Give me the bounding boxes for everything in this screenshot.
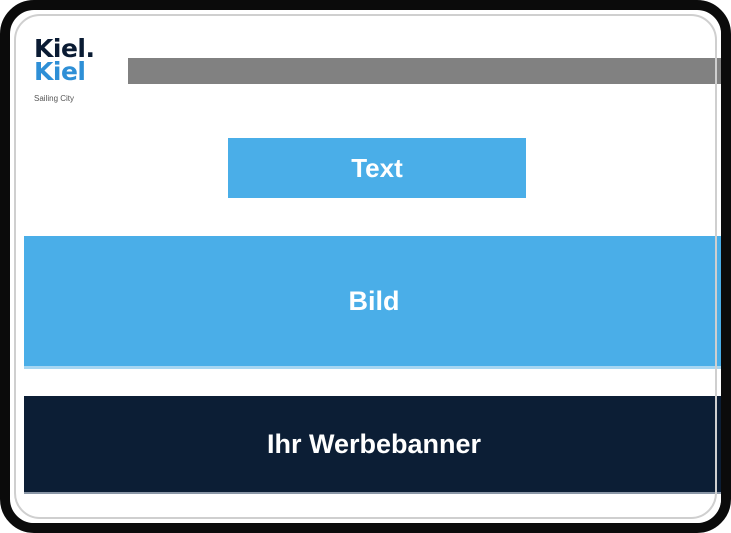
ad-banner[interactable]: Ihr Werbebanner (24, 396, 721, 492)
logo-wordmark-bottom: Kiel (34, 57, 86, 86)
screen: Kiel. Kiel Sailing City Text Bild Ihr We… (24, 24, 721, 523)
kiel-logo[interactable]: Kiel. Kiel Sailing City (34, 36, 104, 116)
image-placeholder-edge (24, 366, 721, 369)
ad-banner-edge (24, 492, 721, 494)
logo-tagline: Sailing City (34, 94, 75, 103)
image-placeholder-label: Bild (348, 285, 400, 316)
text-button[interactable]: Text (228, 138, 526, 198)
header-bar (128, 58, 721, 84)
image-placeholder[interactable]: Bild (24, 236, 721, 366)
device-frame: Kiel. Kiel Sailing City Text Bild Ihr We… (0, 0, 731, 533)
ad-banner-label: Ihr Werbebanner (266, 428, 482, 459)
